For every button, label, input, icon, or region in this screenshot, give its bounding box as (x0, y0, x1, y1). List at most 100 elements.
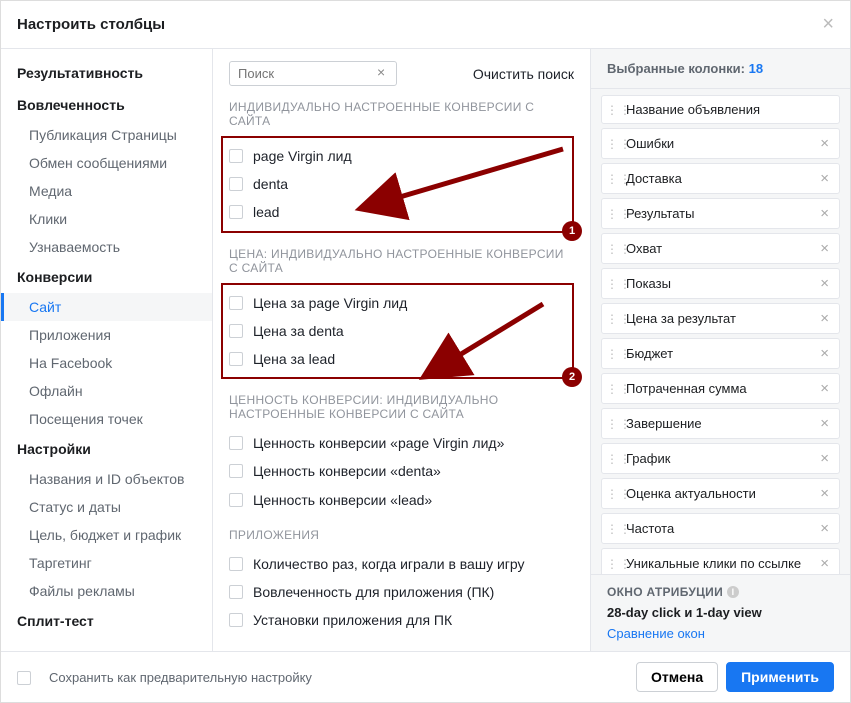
metric-checkbox[interactable] (229, 557, 243, 571)
remove-column-icon[interactable]: × (816, 240, 833, 257)
remove-column-icon[interactable]: × (816, 555, 833, 572)
remove-column-icon[interactable]: × (816, 135, 833, 152)
sidebar-group-title[interactable]: Конверсии (1, 261, 212, 293)
sidebar-item[interactable]: Публикация Страницы (1, 121, 212, 149)
selected-column-item[interactable]: ⋮⋮Название объявления (601, 95, 840, 124)
metric-option[interactable]: Вовлеченность для приложения (ПК) (229, 578, 574, 606)
apply-button[interactable]: Применить (726, 662, 834, 692)
metric-checkbox[interactable] (229, 205, 243, 219)
sidebar-group-title[interactable]: Вовлеченность (1, 89, 212, 121)
sidebar-item[interactable]: Офлайн (1, 377, 212, 405)
cancel-button[interactable]: Отмена (636, 662, 718, 692)
sidebar-item[interactable]: Медиа (1, 177, 212, 205)
remove-column-icon[interactable]: × (816, 345, 833, 362)
sidebar-item[interactable]: Посещения точек (1, 405, 212, 433)
metric-option[interactable]: Цена за lead (229, 345, 566, 373)
sidebar-item[interactable]: Приложения (1, 321, 212, 349)
sidebar-item[interactable]: Узнаваемость (1, 233, 212, 261)
drag-handle-icon[interactable]: ⋮⋮ (606, 246, 620, 252)
save-preset-checkbox[interactable] (17, 671, 31, 685)
metric-checkbox[interactable] (229, 585, 243, 599)
metric-option[interactable]: Цена за page Virgin лид (229, 289, 566, 317)
metric-option[interactable]: Количество раз, когда играли в вашу игру (229, 550, 574, 578)
drag-handle-icon[interactable]: ⋮⋮ (606, 176, 620, 182)
remove-column-icon[interactable]: × (816, 310, 833, 327)
clear-search-button[interactable]: Очистить поиск (473, 66, 574, 82)
remove-column-icon[interactable]: × (816, 205, 833, 222)
save-as-preset[interactable]: Сохранить как предварительную настройку (17, 669, 312, 685)
metric-option[interactable]: Установки приложения для ПК (229, 606, 574, 634)
sidebar-item[interactable]: Цель, бюджет и график (1, 521, 212, 549)
sidebar-item[interactable]: Обмен сообщениями (1, 149, 212, 177)
metric-checkbox[interactable] (229, 149, 243, 163)
selected-column-label: Цена за результат (626, 311, 816, 326)
metric-checkbox[interactable] (229, 296, 243, 310)
selected-column-item[interactable]: ⋮⋮График× (601, 443, 840, 474)
metric-checkbox[interactable] (229, 613, 243, 627)
metric-checkbox[interactable] (229, 464, 243, 478)
search-input[interactable] (229, 61, 397, 86)
sidebar-item[interactable]: На Facebook (1, 349, 212, 377)
remove-column-icon[interactable]: × (816, 415, 833, 432)
selected-column-item[interactable]: ⋮⋮Доставка× (601, 163, 840, 194)
sidebar-item[interactable]: Сайт (1, 293, 212, 321)
remove-column-icon[interactable]: × (816, 520, 833, 537)
selected-column-item[interactable]: ⋮⋮Охват× (601, 233, 840, 264)
metric-option[interactable]: lead (229, 198, 566, 226)
selected-columns-panel: Выбранные колонки: 18 ⋮⋮Название объявле… (590, 49, 850, 651)
drag-handle-icon[interactable]: ⋮⋮ (606, 386, 620, 392)
metric-label: Ценность конверсии «page Virgin лид» (253, 434, 504, 452)
selected-column-item[interactable]: ⋮⋮Бюджет× (601, 338, 840, 369)
selected-column-item[interactable]: ⋮⋮Оценка актуальности× (601, 478, 840, 509)
selected-column-item[interactable]: ⋮⋮Результаты× (601, 198, 840, 229)
info-icon[interactable]: i (727, 586, 739, 598)
drag-handle-icon[interactable]: ⋮⋮ (606, 456, 620, 462)
clear-input-icon[interactable]: × (377, 64, 385, 80)
sidebar-group-title[interactable]: Настройки (1, 433, 212, 465)
drag-handle-icon[interactable]: ⋮⋮ (606, 316, 620, 322)
metric-checkbox[interactable] (229, 352, 243, 366)
sidebar-item[interactable]: Названия и ID объектов (1, 465, 212, 493)
drag-handle-icon[interactable]: ⋮⋮ (606, 281, 620, 287)
metric-option[interactable]: Ценность конверсии «page Virgin лид» (229, 429, 574, 457)
metric-option[interactable]: Ценность конверсии «denta» (229, 457, 574, 485)
remove-column-icon[interactable]: × (816, 170, 833, 187)
attribution-compare-link[interactable]: Сравнение окон (607, 626, 834, 641)
drag-handle-icon[interactable]: ⋮⋮ (606, 211, 620, 217)
sidebar-item[interactable]: Клики (1, 205, 212, 233)
selected-column-item[interactable]: ⋮⋮Показы× (601, 268, 840, 299)
drag-handle-icon[interactable]: ⋮⋮ (606, 526, 620, 532)
metric-checkbox[interactable] (229, 177, 243, 191)
drag-handle-icon[interactable]: ⋮⋮ (606, 421, 620, 427)
selected-column-item[interactable]: ⋮⋮Частота× (601, 513, 840, 544)
sidebar-item[interactable]: Таргетинг (1, 549, 212, 577)
drag-handle-icon[interactable]: ⋮⋮ (606, 351, 620, 357)
search-wrap: × (229, 61, 473, 86)
remove-column-icon[interactable]: × (816, 380, 833, 397)
sidebar-group-title[interactable]: Результативность (1, 57, 212, 89)
sidebar-group-title[interactable]: Сплит-тест (1, 605, 212, 637)
selected-column-item[interactable]: ⋮⋮ Цена за результат× (601, 303, 840, 334)
selected-column-item[interactable]: ⋮⋮Завершение× (601, 408, 840, 439)
drag-handle-icon[interactable]: ⋮⋮ (606, 491, 620, 497)
remove-column-icon[interactable]: × (816, 450, 833, 467)
remove-column-icon[interactable]: × (816, 275, 833, 292)
drag-handle-icon[interactable]: ⋮⋮ (606, 107, 620, 113)
sidebar-item[interactable]: Файлы рекламы (1, 577, 212, 605)
metric-option[interactable]: page Virgin лид (229, 142, 566, 170)
selected-column-item[interactable]: ⋮⋮Ошибки× (601, 128, 840, 159)
remove-column-icon[interactable]: × (816, 485, 833, 502)
close-icon[interactable]: × (822, 13, 834, 36)
metric-checkbox[interactable] (229, 436, 243, 450)
metric-option[interactable]: denta (229, 170, 566, 198)
drag-handle-icon[interactable]: ⋮⋮ (606, 561, 620, 567)
drag-handle-icon[interactable]: ⋮⋮ (606, 141, 620, 147)
sidebar-item[interactable]: Статус и даты (1, 493, 212, 521)
metric-checkbox[interactable] (229, 493, 243, 507)
selected-column-item[interactable]: ⋮⋮Уникальные клики по ссылке× (601, 548, 840, 574)
metric-option[interactable]: Ценность конверсии «lead» (229, 486, 574, 514)
annotation-badge: 1 (562, 221, 582, 241)
metric-option[interactable]: Цена за denta (229, 317, 566, 345)
selected-column-item[interactable]: ⋮⋮Потраченная сумма× (601, 373, 840, 404)
metric-checkbox[interactable] (229, 324, 243, 338)
